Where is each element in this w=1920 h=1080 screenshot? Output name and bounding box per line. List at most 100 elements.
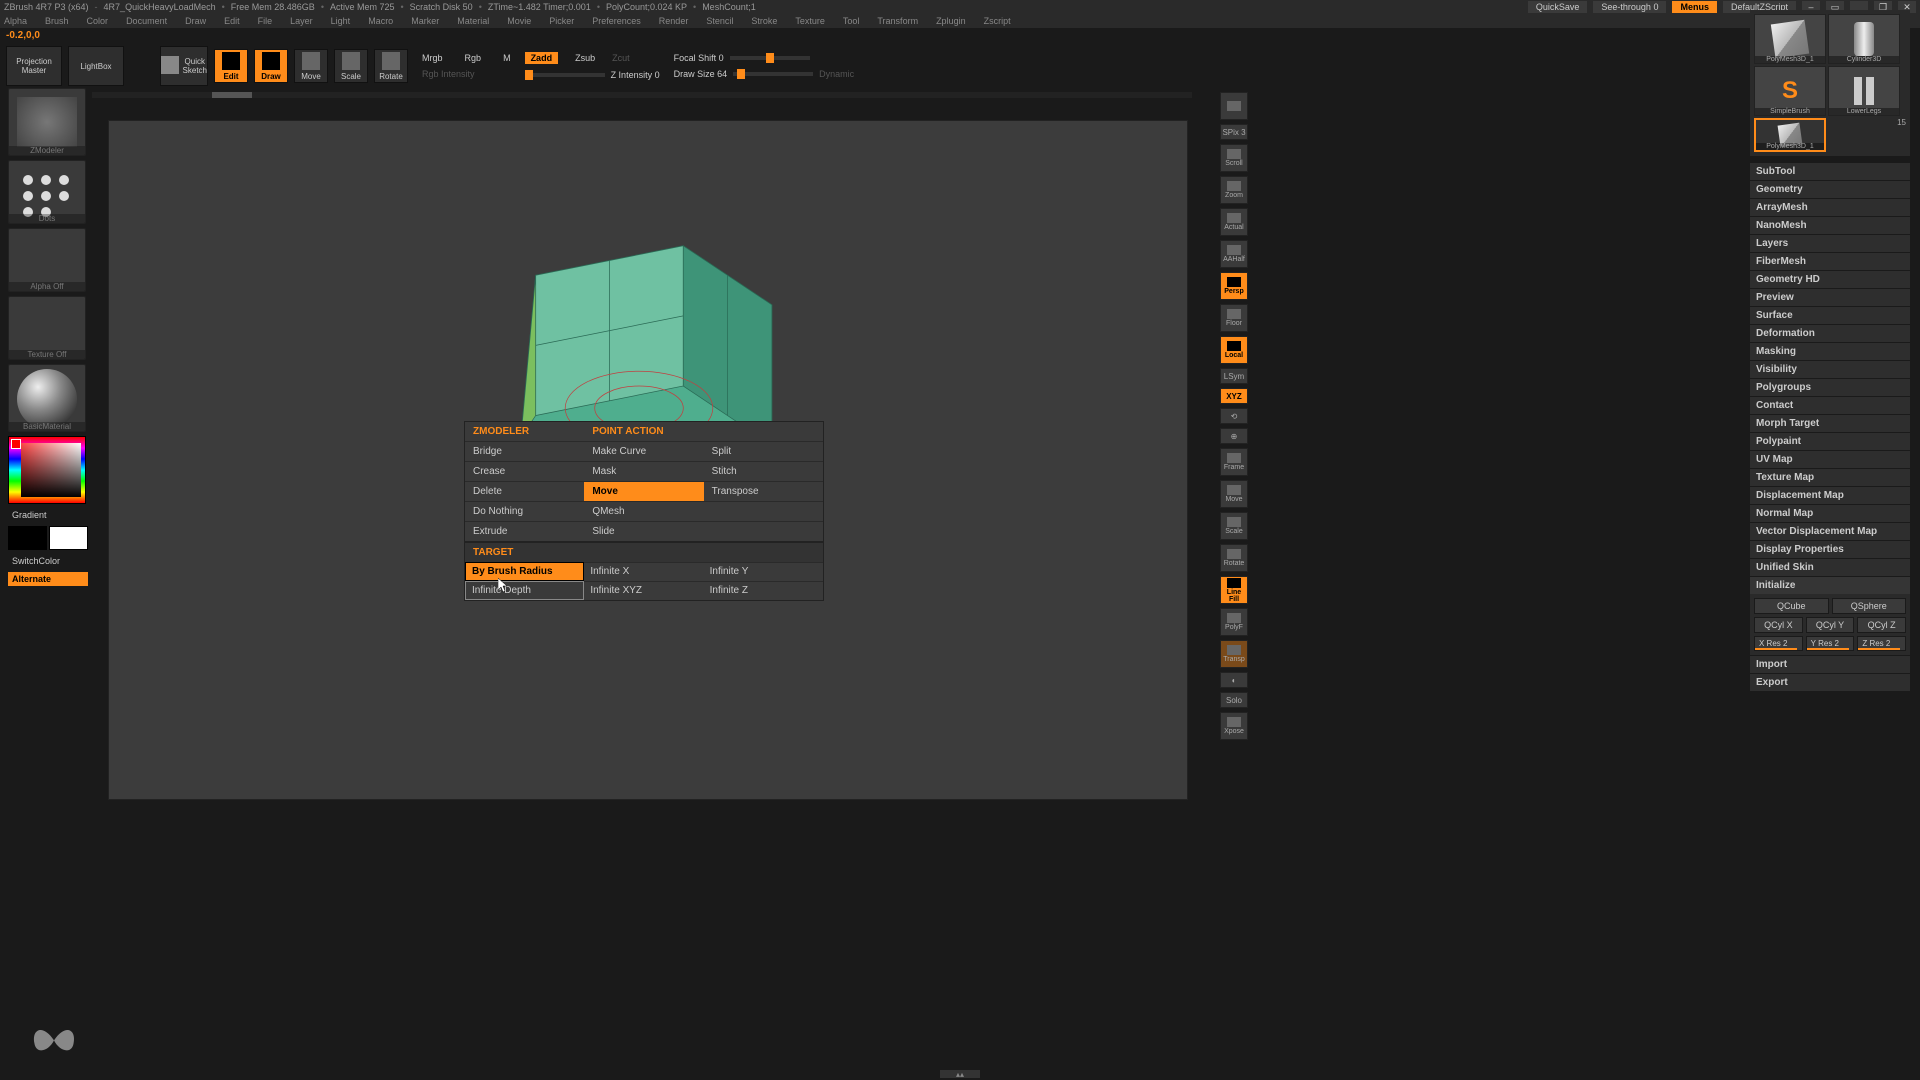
target-infx[interactable]: Infinite X <box>584 562 703 581</box>
menu-item[interactable]: Alpha <box>4 16 27 26</box>
action-crease[interactable]: Crease <box>465 461 584 481</box>
menu-item[interactable]: Macro <box>368 16 393 26</box>
menu-item[interactable]: Transform <box>877 16 918 26</box>
menu-item[interactable]: Zscript <box>984 16 1011 26</box>
rb-xyz[interactable]: XYZ <box>1220 388 1248 404</box>
rb-mirror-icon[interactable]: ⟲ <box>1220 408 1248 424</box>
bottom-expand-handle[interactable]: ▴▴ <box>940 1070 980 1078</box>
rb-xpose[interactable]: Xpose <box>1220 712 1248 740</box>
move-button[interactable]: Move <box>294 49 328 83</box>
menu-item[interactable]: Zplugin <box>936 16 966 26</box>
menu-item[interactable]: Render <box>659 16 689 26</box>
menu-item[interactable]: Marker <box>411 16 439 26</box>
action-makecurve[interactable]: Make Curve <box>584 441 703 461</box>
zmodeler-thumb[interactable]: ZModeler <box>8 88 86 156</box>
qcylz-button[interactable]: QCyl Z <box>1857 617 1906 633</box>
switchcolor-button[interactable]: SwitchColor <box>8 554 88 568</box>
material-slot[interactable]: BasicMaterial <box>8 364 86 432</box>
action-extrude[interactable]: Extrude <box>465 521 584 541</box>
rb-zoom[interactable]: Zoom <box>1220 176 1248 204</box>
zsub-button[interactable]: Zsub <box>575 53 595 63</box>
rb-persp[interactable]: Persp <box>1220 272 1248 300</box>
acc-morphtarget[interactable]: Morph Target <box>1750 414 1910 432</box>
acc-texturemap[interactable]: Texture Map <box>1750 468 1910 486</box>
menu-item[interactable]: Edit <box>224 16 240 26</box>
target-infxyz[interactable]: Infinite XYZ <box>584 581 703 600</box>
action-bridge[interactable]: Bridge <box>465 441 584 461</box>
spix-slider[interactable]: SPix 3 <box>1220 124 1248 140</box>
action-move[interactable]: Move <box>584 481 703 501</box>
target-infdepth[interactable]: Infinite Depth <box>465 581 584 600</box>
alternate-button[interactable]: Alternate <box>8 572 88 586</box>
rotate-button[interactable]: Rotate <box>374 49 408 83</box>
rb-polyf[interactable]: PolyF <box>1220 608 1248 636</box>
zadd-button[interactable]: Zadd <box>525 52 559 64</box>
rb-rotate[interactable]: Rotate <box>1220 544 1248 572</box>
rb-lsym[interactable]: LSym <box>1220 368 1248 384</box>
rb-move[interactable]: Move <box>1220 480 1248 508</box>
canvas-scrollbar[interactable] <box>92 92 1192 98</box>
menu-item[interactable]: Layer <box>290 16 313 26</box>
acc-nanomesh[interactable]: NanoMesh <box>1750 216 1910 234</box>
menu-item[interactable]: Light <box>331 16 351 26</box>
acc-arraymesh[interactable]: ArrayMesh <box>1750 198 1910 216</box>
tool-polymesh3d-sel[interactable]: PolyMesh3D_1 <box>1754 118 1826 152</box>
acc-uvmap[interactable]: UV Map <box>1750 450 1910 468</box>
scale-button[interactable]: Scale <box>334 49 368 83</box>
alpha-slot[interactable]: Alpha Off <box>8 228 86 292</box>
color-slots[interactable] <box>8 526 88 550</box>
brush-dots-thumb[interactable]: Dots <box>8 160 86 224</box>
acc-import[interactable]: Import <box>1750 655 1910 673</box>
action-slide[interactable]: Slide <box>584 521 703 541</box>
color-picker[interactable] <box>8 436 86 504</box>
acc-initialize[interactable]: Initialize <box>1750 576 1910 594</box>
action-qmesh[interactable]: QMesh <box>584 501 703 521</box>
z-intensity-slider[interactable] <box>525 73 605 77</box>
acc-surface[interactable]: Surface <box>1750 306 1910 324</box>
menu-item[interactable]: Stencil <box>706 16 733 26</box>
acc-geometryhd[interactable]: Geometry HD <box>1750 270 1910 288</box>
tool-simplebrush[interactable]: SSimpleBrush <box>1754 66 1826 116</box>
acc-visibility[interactable]: Visibility <box>1750 360 1910 378</box>
acc-normalmap[interactable]: Normal Map <box>1750 504 1910 522</box>
target-infz[interactable]: Infinite Z <box>704 581 823 600</box>
menu-item[interactable]: Picker <box>549 16 574 26</box>
rb-transp[interactable]: Transp <box>1220 640 1248 668</box>
acc-preview[interactable]: Preview <box>1750 288 1910 306</box>
tool-lowerlegs[interactable]: LowerLegs <box>1828 66 1900 116</box>
rb-solo[interactable]: Solo <box>1220 692 1248 708</box>
target-infy[interactable]: Infinite Y <box>704 562 823 581</box>
quicksave-button[interactable]: QuickSave <box>1528 1 1588 13</box>
yres-slider[interactable]: Y Res 2 <box>1806 636 1855 651</box>
rb-scroll[interactable]: Scroll <box>1220 144 1248 172</box>
tool-polymesh3d[interactable]: PolyMesh3D_1 <box>1754 14 1826 64</box>
xres-slider[interactable]: X Res 2 <box>1754 636 1803 651</box>
action-stitch[interactable]: Stitch <box>704 461 823 481</box>
lightbox-button[interactable]: LightBox <box>68 46 124 86</box>
draw-button[interactable]: Draw <box>254 49 288 83</box>
menu-item[interactable]: Texture <box>795 16 825 26</box>
acc-vdm[interactable]: Vector Displacement Map <box>1750 522 1910 540</box>
action-transpose[interactable]: Transpose <box>704 481 823 501</box>
acc-displacementmap[interactable]: Displacement Map <box>1750 486 1910 504</box>
rgb-label[interactable]: Rgb <box>465 53 482 63</box>
rb-local[interactable]: Local <box>1220 336 1248 364</box>
qcylx-button[interactable]: QCyl X <box>1754 617 1803 633</box>
acc-polygroups[interactable]: Polygroups <box>1750 378 1910 396</box>
menu-item[interactable]: File <box>258 16 273 26</box>
target-brushradius[interactable]: By Brush Radius <box>465 562 584 581</box>
acc-geometry[interactable]: Geometry <box>1750 180 1910 198</box>
acc-masking[interactable]: Masking <box>1750 342 1910 360</box>
rb-linefill[interactable]: Line Fill <box>1220 576 1248 604</box>
acc-deformation[interactable]: Deformation <box>1750 324 1910 342</box>
acc-polypaint[interactable]: Polypaint <box>1750 432 1910 450</box>
dynamic-label[interactable]: Dynamic <box>819 69 854 79</box>
action-delete[interactable]: Delete <box>465 481 584 501</box>
texture-slot[interactable]: Texture Off <box>8 296 86 360</box>
action-mask[interactable]: Mask <box>584 461 703 481</box>
gradient-button[interactable]: Gradient <box>8 508 88 522</box>
menu-item[interactable]: Draw <box>185 16 206 26</box>
menu-item[interactable]: Material <box>457 16 489 26</box>
menu-item[interactable]: Color <box>87 16 109 26</box>
acc-layers[interactable]: Layers <box>1750 234 1910 252</box>
